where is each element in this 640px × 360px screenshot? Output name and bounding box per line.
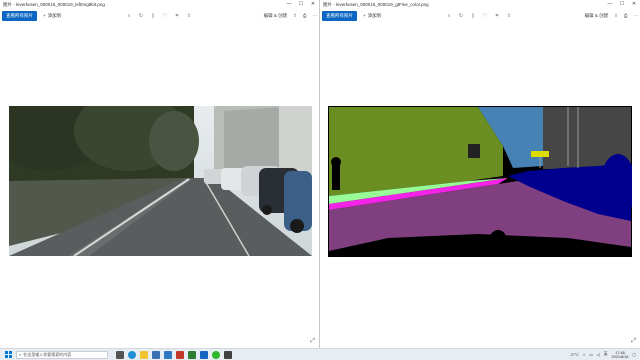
image-tools: ⌕ ↻ ▯ ♡ ⌗ ⇪ (443, 13, 515, 19)
share-button-icon[interactable]: ⇧ (293, 13, 297, 19)
street-photo (9, 106, 312, 256)
print-icon[interactable]: ⎙ (624, 13, 628, 18)
delete-icon[interactable]: ▯ (147, 13, 159, 19)
crop-icon[interactable]: ⌗ (491, 13, 503, 19)
print-icon[interactable]: ⎙ (303, 13, 307, 18)
taskbar: ⌕ 在这里输入你要搜索的内容 27°C ˄ ▭ ◁ 英 17:48 2021/8… (0, 348, 640, 360)
fullscreen-icon[interactable]: ⤢ (631, 338, 636, 345)
photos-icon[interactable] (200, 350, 208, 359)
favorite-icon[interactable]: ♡ (159, 13, 171, 19)
toolbar-right: 编辑 & 创建 ⇧ ⎙ ··· (264, 13, 317, 19)
add-to-button[interactable]: + 添加到 (363, 13, 381, 19)
file-explorer-icon[interactable] (140, 350, 148, 359)
window-controls: — ☐ ✕ (604, 0, 640, 9)
tray-up-icon[interactable]: ˄ (583, 353, 585, 357)
toolbar: 查看所有照片 + 添加到 ⌕ ↻ ▯ ♡ ⌗ ⇪ 编辑 & 创建 ⇧ ⎙ ··· (0, 9, 319, 22)
window-title: 图片 - leverkusen_000016_000019_leftImg8bi… (3, 1, 105, 7)
taskbar-apps (116, 350, 232, 359)
wechat-icon[interactable] (212, 350, 220, 359)
edge-icon[interactable] (128, 350, 136, 359)
photos-window-right: 图片 - leverkusen_000016_000019_gtFine_col… (320, 0, 640, 348)
app-icon[interactable] (188, 350, 196, 359)
close-button[interactable]: ✕ (307, 0, 319, 9)
window-title: 图片 - leverkusen_000016_000019_gtFine_col… (323, 1, 429, 7)
notification-icon[interactable]: ▢ (632, 352, 636, 357)
share-icon[interactable]: ⇪ (183, 13, 195, 19)
favorite-icon[interactable]: ♡ (479, 13, 491, 19)
maximize-button[interactable]: ☐ (295, 0, 307, 9)
app-icon[interactable] (224, 350, 232, 359)
more-icon[interactable]: ··· (634, 13, 639, 18)
search-icon: ⌕ (19, 352, 22, 357)
view-all-photos-button[interactable]: 查看所有照片 (2, 10, 37, 21)
image-tools: ⌕ ↻ ▯ ♡ ⌗ ⇪ (123, 13, 195, 19)
taskbar-search[interactable]: ⌕ 在这里输入你要搜索的内容 (16, 350, 108, 359)
task-view-icon[interactable] (116, 350, 124, 359)
windows-start-icon[interactable] (3, 350, 13, 360)
rotate-icon[interactable]: ↻ (135, 13, 147, 19)
toolbar-right: 编辑 & 创建 ⇧ ⎙ ··· (585, 13, 638, 19)
network-icon[interactable]: ▭ (589, 352, 593, 357)
zoom-in-icon[interactable]: ⌕ (123, 13, 135, 19)
zoom-in-icon[interactable]: ⌕ (443, 13, 455, 19)
photos-window-left: 图片 - leverkusen_000016_000019_leftImg8bi… (0, 0, 319, 348)
title-bar[interactable]: 图片 - leverkusen_000016_000019_gtFine_col… (320, 0, 640, 9)
mail-icon[interactable] (164, 350, 172, 359)
crop-icon[interactable]: ⌗ (171, 13, 183, 19)
window-controls: — ☐ ✕ (283, 0, 319, 9)
plus-icon: + (43, 13, 46, 18)
delete-icon[interactable]: ▯ (467, 13, 479, 19)
weather-text[interactable]: 27°C (570, 353, 578, 357)
close-button[interactable]: ✕ (628, 0, 640, 9)
add-to-label: 添加到 (367, 12, 382, 18)
minimize-button[interactable]: — (604, 0, 616, 9)
segmentation-map (328, 106, 632, 257)
fullscreen-icon[interactable]: ⤢ (310, 338, 315, 345)
share-button-icon[interactable]: ⇧ (614, 13, 618, 19)
rotate-icon[interactable]: ↻ (455, 13, 467, 19)
title-bar[interactable]: 图片 - leverkusen_000016_000019_leftImg8bi… (0, 0, 319, 9)
minimize-button[interactable]: — (283, 0, 295, 9)
add-to-button[interactable]: + 添加到 (43, 13, 61, 19)
share-icon[interactable]: ⇪ (503, 13, 515, 19)
clock[interactable]: 17:48 2021/8/16 (612, 351, 629, 359)
view-all-photos-button[interactable]: 查看所有照片 (322, 10, 357, 21)
more-icon[interactable]: ··· (313, 13, 318, 18)
app-icon[interactable] (176, 350, 184, 359)
add-to-label: 添加到 (47, 12, 62, 18)
store-icon[interactable] (152, 350, 160, 359)
maximize-button[interactable]: ☐ (616, 0, 628, 9)
volume-icon[interactable]: ◁ (597, 352, 600, 357)
search-placeholder: 在这里输入你要搜索的内容 (23, 351, 72, 357)
clock-date: 2021/8/16 (611, 354, 629, 359)
ime-indicator[interactable]: 英 (604, 352, 608, 357)
edit-create-button[interactable]: 编辑 & 创建 (585, 13, 609, 19)
toolbar: 查看所有照片 + 添加到 ⌕ ↻ ▯ ♡ ⌗ ⇪ 编辑 & 创建 ⇧ ⎙ ··· (320, 9, 640, 22)
edit-create-button[interactable]: 编辑 & 创建 (264, 13, 288, 19)
system-tray: 27°C ˄ ▭ ◁ 英 17:48 2021/8/16 ▢ (570, 351, 636, 359)
plus-icon: + (363, 13, 366, 18)
